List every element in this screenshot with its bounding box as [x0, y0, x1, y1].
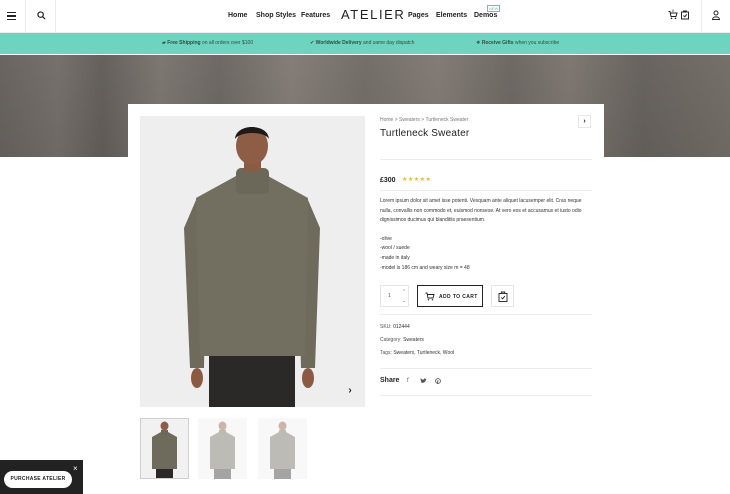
sku-value: 012444 — [393, 324, 410, 330]
purchase-popup: PURCHASE ATELIER × — [0, 460, 83, 494]
sku-label: SKU: — [380, 324, 392, 330]
category-link[interactable]: Sweaters — [403, 337, 424, 343]
product-page: Home Shop Styles Features ATELIER Pages … — [0, 0, 730, 494]
feature-item: -made in italy — [380, 255, 410, 261]
cart-count: 0 — [672, 8, 675, 13]
promo-free-shipping: ▰ Free Shipping on all orders over $100 — [162, 40, 254, 46]
close-icon[interactable]: × — [73, 464, 78, 473]
thumbnail-figure — [152, 421, 177, 478]
divider — [380, 159, 592, 160]
wishlist-button[interactable] — [491, 285, 514, 307]
next-product-button[interactable]: › — [578, 115, 591, 128]
divider — [380, 368, 592, 369]
menu-icon[interactable] — [7, 12, 16, 20]
category-label: Category: — [380, 337, 402, 343]
search-icon[interactable] — [37, 11, 46, 20]
header-divider — [55, 0, 56, 33]
nav-pages[interactable]: Pages — [408, 12, 429, 19]
feature-item: -model is 186 cm and weary size m = 48 — [380, 265, 470, 271]
thumbnail-figure — [210, 421, 235, 479]
thumbnail-figure — [270, 421, 295, 479]
product-title: Turtleneck Sweater — [380, 128, 470, 139]
feature-item: -wool / suede — [380, 245, 410, 251]
quantity-up-icon[interactable]: ⌃ — [400, 288, 408, 296]
promo-bar: ▰ Free Shipping on all orders over $100 … — [0, 33, 730, 54]
cart-icon — [425, 292, 435, 301]
product-description: Lorem ipsum dolor sit amet isse potenti.… — [380, 198, 582, 223]
divider — [380, 395, 592, 396]
thumbnail-3[interactable] — [258, 418, 307, 479]
breadcrumb[interactable]: Home > Sweaters > Turtleneck Sweater — [380, 117, 468, 123]
quantity-down-icon[interactable]: ⌄ — [400, 297, 408, 305]
image-next-arrow[interactable]: › — [344, 384, 356, 398]
add-to-cart-label: ADD TO CART — [439, 294, 478, 300]
nav-demos[interactable]: Demos — [474, 12, 497, 19]
thumbnail-2[interactable] — [198, 418, 247, 479]
quantity-stepper[interactable]: 1 ⌃ ⌄ — [380, 285, 409, 307]
facebook-icon[interactable]: f — [407, 378, 409, 384]
user-icon[interactable] — [711, 10, 721, 20]
pinterest-icon[interactable] — [435, 378, 441, 384]
tags-links[interactable]: Sweaters, Turtleneck, Wool — [393, 350, 454, 356]
new-badge: NEW — [487, 5, 501, 12]
category-row: Category: Sweaters — [380, 337, 424, 343]
promo-worldwide-delivery: ✔ Worldwide Delivery and same day dispat… — [310, 40, 415, 46]
feature-item: -olive — [380, 236, 392, 242]
wishlist-icon — [498, 291, 508, 302]
promo-receive-gifts: ❖ Receive Gifts when you subscribe — [476, 40, 560, 46]
twitter-icon[interactable] — [420, 378, 427, 384]
tags-label: Tags: — [380, 350, 392, 356]
share-label: Share — [380, 377, 400, 384]
nav-elements[interactable]: Elements — [436, 12, 467, 19]
rating-stars[interactable]: ★★★★★ — [402, 176, 431, 183]
header-divider — [25, 0, 26, 33]
nav-shop-styles[interactable]: Shop Styles — [256, 12, 296, 19]
purchase-atelier-button[interactable]: PURCHASE ATELIER — [4, 471, 72, 488]
product-main-image[interactable] — [140, 116, 365, 407]
divider — [380, 190, 592, 191]
header-divider — [701, 0, 702, 33]
nav-features[interactable]: Features — [301, 12, 330, 19]
sku-row: SKU: 012444 — [380, 324, 410, 330]
divider — [380, 314, 592, 315]
model-figure — [184, 127, 320, 407]
quantity-value[interactable]: 1 — [388, 293, 391, 299]
add-to-cart-button[interactable]: ADD TO CART — [417, 285, 483, 307]
tags-row: Tags: Sweaters, Turtleneck, Wool — [380, 350, 454, 356]
nav-home[interactable]: Home — [228, 12, 247, 19]
site-logo[interactable]: ATELIER — [341, 7, 404, 22]
thumbnail-1[interactable] — [140, 418, 189, 479]
product-price: £300 — [380, 177, 396, 184]
wishlist-icon[interactable] — [680, 10, 690, 20]
site-header: Home Shop Styles Features ATELIER Pages … — [0, 0, 730, 33]
